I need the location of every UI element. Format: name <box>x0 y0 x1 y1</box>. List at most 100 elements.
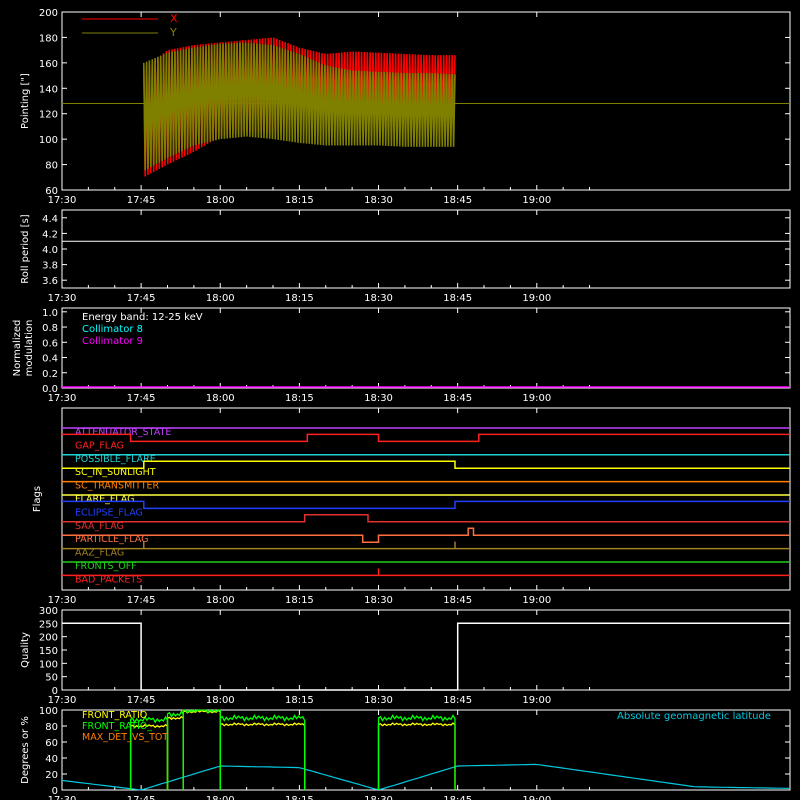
modulation-ylabel: Normalized <box>12 320 23 377</box>
ratio-xtick-label: 18:30 <box>364 795 393 800</box>
pointing-legend-label: Y <box>169 26 177 39</box>
flag-series <box>62 500 790 510</box>
pointing-legend-label: X <box>170 12 178 25</box>
roll-frame <box>61 209 791 289</box>
ratio-legend-label: MAX_DET_VS_TOT <box>82 732 168 743</box>
latitude-label: Absolute geomagnetic latitude <box>617 711 771 722</box>
quality-frame <box>61 609 791 691</box>
modulation-xtick-label: 18:30 <box>364 393 393 404</box>
roll-xtick-label: 18:45 <box>443 293 472 304</box>
pointing-xtick-label: 17:45 <box>127 195 156 206</box>
quality-ytick-label: 200 <box>39 633 58 644</box>
flag-series <box>62 527 790 543</box>
front-ratio-b-series <box>219 714 306 790</box>
roll-ytick-label: 3.6 <box>42 276 58 287</box>
flags-xtick-label: 19:00 <box>522 595 551 606</box>
roll-xtick-label: 17:30 <box>48 293 77 304</box>
flag-series <box>62 460 790 469</box>
quality-xtick-label: 18:00 <box>206 695 235 706</box>
modulation-ytick-label: 0.4 <box>42 354 58 365</box>
ratio-frame <box>61 709 791 791</box>
chart-layer: 17:30 17:45 18:00 18:15 18:30 18:45 19:00 60 80 1… <box>12 8 791 800</box>
flags-xtick-label: 18:30 <box>364 595 393 606</box>
front-ratio-series <box>182 709 221 790</box>
quality-xtick-label: 18:45 <box>443 695 472 706</box>
quality-ytick-label: 150 <box>39 646 58 657</box>
front-ratio-series <box>377 722 456 790</box>
flags-xtick-label: 17:45 <box>127 595 156 606</box>
ratio-xtick-label: 18:45 <box>443 795 472 800</box>
roll-ytick-label: 4.0 <box>42 245 58 256</box>
ratio-ytick-label: 0 <box>52 786 58 797</box>
quality-xtick-label: 19:00 <box>522 695 551 706</box>
pointing-ytick-label: 160 <box>39 59 58 70</box>
flags-xtick-label: 18:45 <box>443 595 472 606</box>
modulation-xtick-label: 17:45 <box>127 393 156 404</box>
roll-ylabel: Roll period [s] <box>20 214 31 283</box>
modulation-xtick-label: 18:45 <box>443 393 472 404</box>
pointing-ytick-label: 60 <box>45 186 58 197</box>
modulation-ytick-label: 1.0 <box>42 308 58 319</box>
ratio-legend-label: FRONT_RATIO_ <box>82 721 152 732</box>
modulation-ylabel: modulation <box>24 320 35 377</box>
pointing-xtick-label: 18:00 <box>206 195 235 206</box>
modulation-xtick-label: 18:15 <box>285 393 314 404</box>
pointing-ytick-label: 80 <box>45 161 58 172</box>
quality-series <box>62 622 790 691</box>
chart-stage: 17:30 17:45 18:00 18:15 18:30 18:45 19:00 60 80 1… <box>12 8 791 800</box>
ratio-ytick-label: 100 <box>39 706 58 717</box>
ratio-xtick-label: 18:00 <box>206 795 235 800</box>
latitude-series <box>61 763 791 791</box>
flags-xtick-label: 18:15 <box>285 595 314 606</box>
modulation-xtick-label: 19:00 <box>522 393 551 404</box>
pointing-ylabel: Pointing ["] <box>20 73 31 129</box>
pointing-xtick-label: 19:00 <box>522 195 551 206</box>
roll-ytick-label: 4.2 <box>42 229 58 240</box>
roll-xtick-label: 17:45 <box>127 293 156 304</box>
flags-ylabel: Flags <box>32 486 43 512</box>
flags-xtick-label: 17:30 <box>48 595 77 606</box>
modulation-ytick-label: 0.6 <box>42 338 58 349</box>
modulation-ytick-label: 0.8 <box>42 323 58 334</box>
ratio-xtick-label: 17:45 <box>127 795 156 800</box>
quality-xtick-label: 18:15 <box>285 695 314 706</box>
pointing-xtick-label: 18:30 <box>364 195 393 206</box>
pointing-ytick-label: 140 <box>39 84 58 95</box>
flag-series <box>62 514 790 523</box>
roll-xtick-label: 18:15 <box>285 293 314 304</box>
pointing-ytick-label: 120 <box>39 110 58 121</box>
pointing-xtick-label: 18:45 <box>443 195 472 206</box>
quality-xtick-label: 18:30 <box>364 695 393 706</box>
front-ratio-b-series <box>182 709 221 790</box>
roll-ytick-label: 3.8 <box>42 261 58 272</box>
modulation-xtick-label: 18:00 <box>206 393 235 404</box>
pointing-xtick-label: 18:15 <box>285 195 314 206</box>
quality-ytick-label: 0 <box>52 686 58 697</box>
modulation-ytick-label: 0.0 <box>42 384 58 395</box>
quality-ytick-label: 250 <box>39 619 58 630</box>
pointing-ytick-label: 180 <box>39 33 58 44</box>
ratio-ytick-label: 60 <box>45 738 58 749</box>
roll-xtick-label: 18:30 <box>364 293 393 304</box>
flags-xtick-label: 18:00 <box>206 595 235 606</box>
ratio-legend-label: FRONT_RATIO <box>82 710 147 721</box>
quality-ytick-label: 100 <box>39 659 58 670</box>
roll-ytick-label: 4.4 <box>42 214 58 225</box>
pointing-ytick-label: 200 <box>39 8 58 19</box>
roll-xtick-label: 19:00 <box>522 293 551 304</box>
flag-label: GAP_FLAG <box>75 440 124 451</box>
pointing-ytick-label: 100 <box>39 135 58 146</box>
front-ratio-series <box>219 722 306 790</box>
flag-label: ECLIPSE_FLAG <box>75 507 143 518</box>
ratio-ytick-label: 20 <box>45 770 58 781</box>
ratio-ytick-label: 40 <box>45 754 58 765</box>
modulation-legend-label: Energy band: 12-25 keV <box>82 312 203 323</box>
modulation-legend-label: Collimator 8 <box>82 324 143 335</box>
modulation-legend-label: Collimator 9 <box>82 336 143 347</box>
ratio-ylabel: Degrees or % <box>20 716 31 784</box>
ratio-xtick-label: 19:00 <box>522 795 551 800</box>
quality-ytick-label: 300 <box>39 606 58 617</box>
quality-ytick-label: 50 <box>45 673 58 684</box>
quality-xtick-label: 17:45 <box>127 695 156 706</box>
roll-xtick-label: 18:00 <box>206 293 235 304</box>
